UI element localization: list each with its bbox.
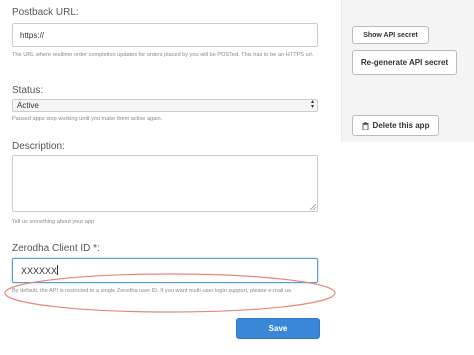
trash-icon xyxy=(362,121,369,130)
regenerate-api-secret-button[interactable]: Re-generate API secret xyxy=(352,50,457,75)
show-api-secret-button[interactable]: Show API secret xyxy=(352,26,429,44)
save-button[interactable]: Save xyxy=(236,318,320,339)
delete-app-button[interactable]: Delete this app xyxy=(352,115,439,136)
delete-app-label: Delete this app xyxy=(372,121,430,130)
